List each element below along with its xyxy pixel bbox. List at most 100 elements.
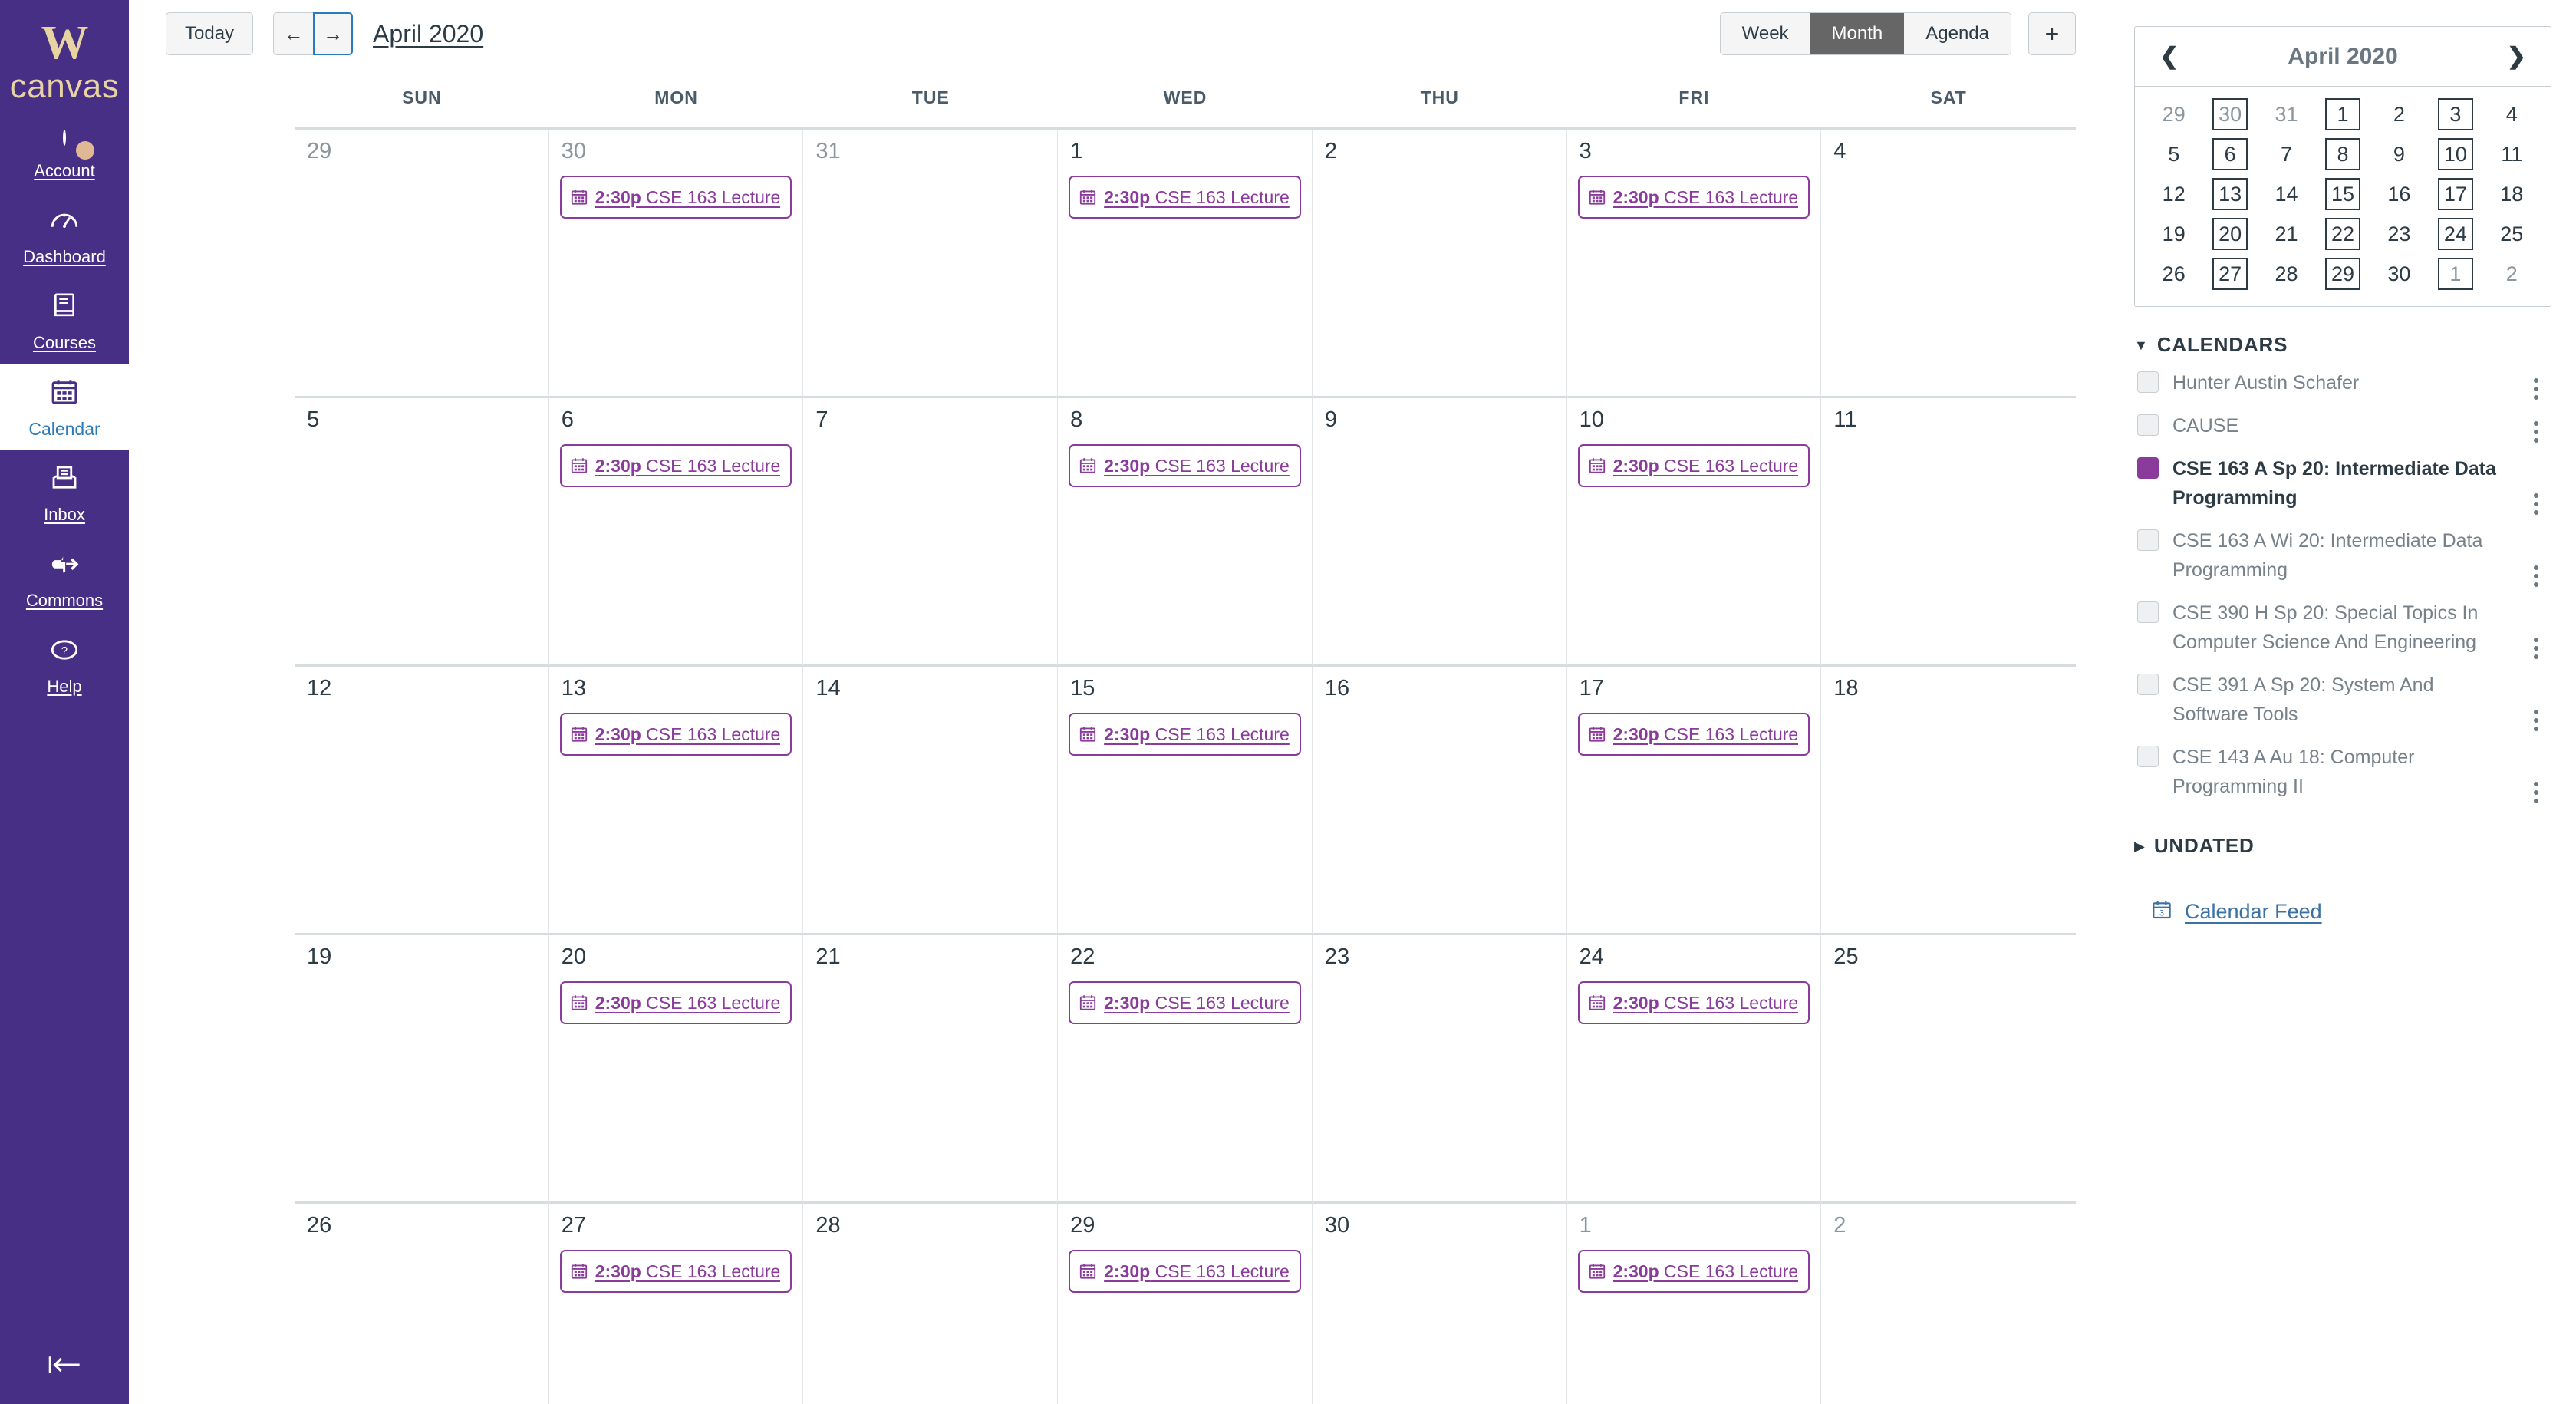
day-cell[interactable]: 5 (295, 398, 549, 667)
mini-calendar-day[interactable]: 10 (2427, 134, 2483, 174)
day-cell[interactable]: 31 (803, 130, 1059, 398)
mini-calendar-day[interactable]: 23 (2371, 214, 2427, 254)
day-cell[interactable]: 20 2:30p CSE 163 Lecture (548, 935, 804, 1204)
calendar-event[interactable]: 2:30p CSE 163 Lecture (1577, 176, 1810, 219)
calendar-event[interactable]: 2:30p CSE 163 Lecture (559, 713, 792, 756)
day-cell[interactable]: 3 2:30p CSE 163 Lecture (1566, 130, 1822, 398)
calendar-event[interactable]: 2:30p CSE 163 Lecture (559, 176, 792, 219)
view-week-button[interactable]: Week (1720, 13, 1810, 54)
calendar-event[interactable]: 2:30p CSE 163 Lecture (1069, 713, 1301, 756)
calendar-event[interactable]: 2:30p CSE 163 Lecture (1069, 981, 1301, 1024)
day-cell[interactable]: 12 (295, 667, 549, 935)
day-cell[interactable]: 17 2:30p CSE 163 Lecture (1566, 667, 1822, 935)
day-cell[interactable]: 13 2:30p CSE 163 Lecture (548, 667, 804, 935)
calendar-event[interactable]: 2:30p CSE 163 Lecture (1069, 444, 1301, 487)
mini-calendar-day[interactable]: 29 (2314, 254, 2370, 294)
mini-calendar-day[interactable]: 29 (2146, 94, 2202, 134)
mini-calendar-day[interactable]: 4 (2484, 94, 2540, 134)
day-cell[interactable]: 23 (1312, 935, 1567, 1204)
calendar-checkbox[interactable] (2137, 414, 2159, 436)
nav-item-help[interactable]: ? Help (0, 621, 129, 707)
mini-calendar-day[interactable]: 18 (2484, 174, 2540, 214)
mini-calendar-day[interactable]: 9 (2371, 134, 2427, 174)
mini-calendar-day[interactable]: 22 (2314, 214, 2370, 254)
calendar-options-icon[interactable] (2521, 638, 2551, 659)
mini-calendar-day[interactable]: 11 (2484, 134, 2540, 174)
calendar-event[interactable]: 2:30p CSE 163 Lecture (559, 981, 792, 1024)
mini-calendar-day[interactable]: 2 (2371, 94, 2427, 134)
calendar-list-item[interactable]: Hunter Austin Schafer (2134, 361, 2551, 404)
mini-calendar-day[interactable]: 21 (2258, 214, 2314, 254)
nav-item-courses[interactable]: Courses (0, 278, 129, 364)
day-cell[interactable]: 11 (1821, 398, 2076, 667)
day-cell[interactable]: 21 (803, 935, 1059, 1204)
mini-calendar-day[interactable]: 14 (2258, 174, 2314, 214)
mini-calendar-day[interactable]: 30 (2371, 254, 2427, 294)
calendar-options-icon[interactable] (2521, 782, 2551, 803)
today-button[interactable]: Today (166, 12, 254, 55)
undated-section-header[interactable]: ▶ UNDATED (2134, 834, 2551, 858)
day-cell[interactable]: 30 (1313, 1204, 1567, 1404)
day-cell[interactable]: 9 (1312, 398, 1567, 667)
day-cell[interactable]: 2 (1821, 1204, 2076, 1404)
day-cell[interactable]: 26 (295, 1204, 549, 1404)
day-cell[interactable]: 29 (295, 130, 549, 398)
calendar-event[interactable]: 2:30p CSE 163 Lecture (1577, 1250, 1810, 1293)
calendar-event[interactable]: 2:30p CSE 163 Lecture (1069, 1250, 1301, 1293)
previous-period-button[interactable]: ← (273, 12, 314, 55)
calendar-options-icon[interactable] (2521, 378, 2551, 400)
calendar-list-item[interactable]: CSE 143 A Au 18: Computer Programming II (2134, 736, 2551, 808)
calendar-event[interactable]: 2:30p CSE 163 Lecture (1577, 713, 1810, 756)
mini-calendar-day[interactable]: 20 (2202, 214, 2258, 254)
mini-calendar-day[interactable]: 12 (2146, 174, 2202, 214)
view-agenda-button[interactable]: Agenda (1904, 13, 2011, 54)
day-cell[interactable]: 15 2:30p CSE 163 Lecture (1058, 667, 1313, 935)
day-cell[interactable]: 1 2:30p CSE 163 Lecture (1567, 1204, 1822, 1404)
calendar-list-item[interactable]: CAUSE (2134, 404, 2551, 447)
mini-calendar-day[interactable]: 27 (2202, 254, 2258, 294)
day-cell[interactable]: 27 2:30p CSE 163 Lecture (549, 1204, 804, 1404)
mini-calendar-day[interactable]: 8 (2314, 134, 2370, 174)
day-cell[interactable]: 14 (803, 667, 1059, 935)
calendar-event[interactable]: 2:30p CSE 163 Lecture (559, 1250, 792, 1293)
calendar-event[interactable]: 2:30p CSE 163 Lecture (1577, 981, 1810, 1024)
calendar-options-icon[interactable] (2521, 493, 2551, 515)
calendar-list-item[interactable]: CSE 391 A Sp 20: System And Software Too… (2134, 664, 2551, 736)
day-cell[interactable]: 19 (295, 935, 549, 1204)
day-cell[interactable]: 29 2:30p CSE 163 Lecture (1058, 1204, 1313, 1404)
mini-calendar-day[interactable]: 1 (2427, 254, 2483, 294)
mini-calendar-day[interactable]: 25 (2484, 214, 2540, 254)
nav-item-account[interactable]: Account (0, 106, 129, 192)
calendars-list[interactable]: Hunter Austin Schafer CAUSE CSE 163 A Sp 2… (2134, 361, 2551, 808)
next-period-button[interactable]: → (313, 12, 354, 55)
calendar-options-icon[interactable] (2521, 565, 2551, 587)
nav-item-commons[interactable]: Commons (0, 536, 129, 621)
day-cell[interactable]: 25 (1821, 935, 2076, 1204)
calendar-event[interactable]: 2:30p CSE 163 Lecture (559, 444, 792, 487)
collapse-arrow-icon[interactable] (0, 1351, 129, 1383)
day-cell[interactable]: 18 (1821, 667, 2076, 935)
mini-calendar-day[interactable]: 13 (2202, 174, 2258, 214)
mini-calendar-day[interactable]: 5 (2146, 134, 2202, 174)
calendar-checkbox[interactable] (2137, 457, 2159, 479)
day-cell[interactable]: 7 (803, 398, 1059, 667)
mini-calendar-day[interactable]: 6 (2202, 134, 2258, 174)
calendar-list-item[interactable]: CSE 390 H Sp 20: Special Topics In Compu… (2134, 592, 2551, 664)
mini-calendar-day[interactable]: 24 (2427, 214, 2483, 254)
calendar-list-item[interactable]: CSE 163 A Sp 20: Intermediate Data Progr… (2134, 447, 2551, 519)
mini-calendar-day[interactable]: 7 (2258, 134, 2314, 174)
day-cell[interactable]: 4 (1821, 130, 2076, 398)
mini-calendar-day[interactable]: 30 (2202, 94, 2258, 134)
mini-calendar-day[interactable]: 1 (2314, 94, 2370, 134)
day-cell[interactable]: 30 2:30p CSE 163 Lecture (548, 130, 804, 398)
day-cell[interactable]: 1 2:30p CSE 163 Lecture (1058, 130, 1313, 398)
day-cell[interactable]: 24 2:30p CSE 163 Lecture (1566, 935, 1822, 1204)
calendar-checkbox[interactable] (2137, 601, 2159, 623)
nav-item-dashboard[interactable]: Dashboard (0, 192, 129, 278)
day-cell[interactable]: 10 2:30p CSE 163 Lecture (1566, 398, 1822, 667)
mini-calendar-day[interactable]: 3 (2427, 94, 2483, 134)
day-cell[interactable]: 22 2:30p CSE 163 Lecture (1058, 935, 1313, 1204)
calendar-checkbox[interactable] (2137, 674, 2159, 695)
add-event-button[interactable]: + (2028, 12, 2076, 55)
calendar-event[interactable]: 2:30p CSE 163 Lecture (1069, 176, 1301, 219)
